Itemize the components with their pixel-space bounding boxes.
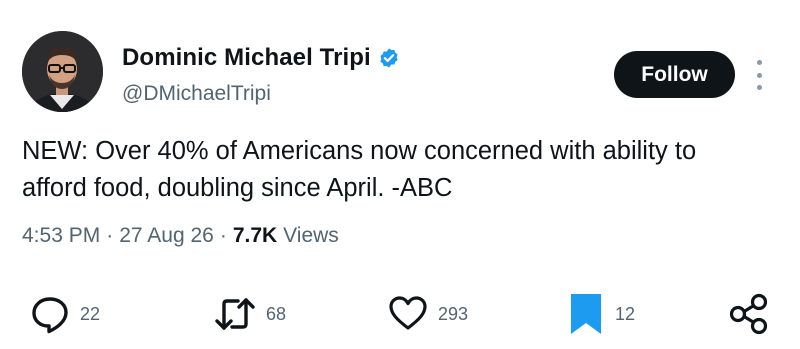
like-count: 293 [438, 303, 469, 324]
tweet-meta: 4:53 PM · 27 Aug 26 · 7.7K Views [22, 224, 339, 248]
profile-photo [22, 31, 103, 112]
retweet-count: 68 [266, 303, 287, 324]
heart-icon [389, 296, 427, 330]
views-count: 7.7K [232, 224, 278, 247]
retweet-icon [215, 298, 255, 330]
author-display-name[interactable]: Dominic Michael Tripi [122, 44, 371, 72]
tweet-text-line: afford food, doubling since April. -ABC [22, 174, 453, 202]
share-button[interactable] [728, 292, 770, 336]
tweet-date[interactable]: 27 Aug 26 [119, 224, 214, 248]
author-name-row: Dominic Michael Tripi [122, 44, 400, 72]
like-button[interactable]: 293 [388, 292, 468, 336]
bookmark-icon [571, 294, 601, 334]
meta-separator: · [219, 224, 227, 247]
bookmark-button[interactable]: 12 [567, 292, 635, 336]
reply-count: 22 [80, 303, 101, 324]
bookmark-count: 12 [615, 303, 636, 324]
views-label: Views [283, 224, 339, 247]
tweet-text-line: NEW: Over 40% of Americans now concerned… [22, 137, 697, 165]
verified-badge-icon [378, 47, 400, 69]
tweet-text: NEW: Over 40% of Americans now concerned… [22, 133, 782, 207]
more-dot [756, 72, 762, 78]
tweet-time[interactable]: 4:53 PM [22, 224, 100, 248]
retweet-button[interactable]: 68 [214, 292, 286, 336]
share-icon [729, 293, 768, 335]
more-dot [756, 85, 762, 90]
reply-bubble-icon [32, 297, 68, 334]
reply-button[interactable]: 22 [30, 292, 100, 336]
tweet-card: Dominic Michael Tripi @DMichaelTripi Fol… [0, 0, 800, 349]
more-options-icon[interactable] [749, 60, 769, 90]
more-dot [756, 60, 762, 65]
follow-button[interactable]: Follow [614, 51, 735, 98]
meta-separator: · [106, 224, 114, 247]
avatar[interactable] [22, 31, 103, 112]
author-handle[interactable]: @DMichaelTripi [122, 82, 271, 106]
